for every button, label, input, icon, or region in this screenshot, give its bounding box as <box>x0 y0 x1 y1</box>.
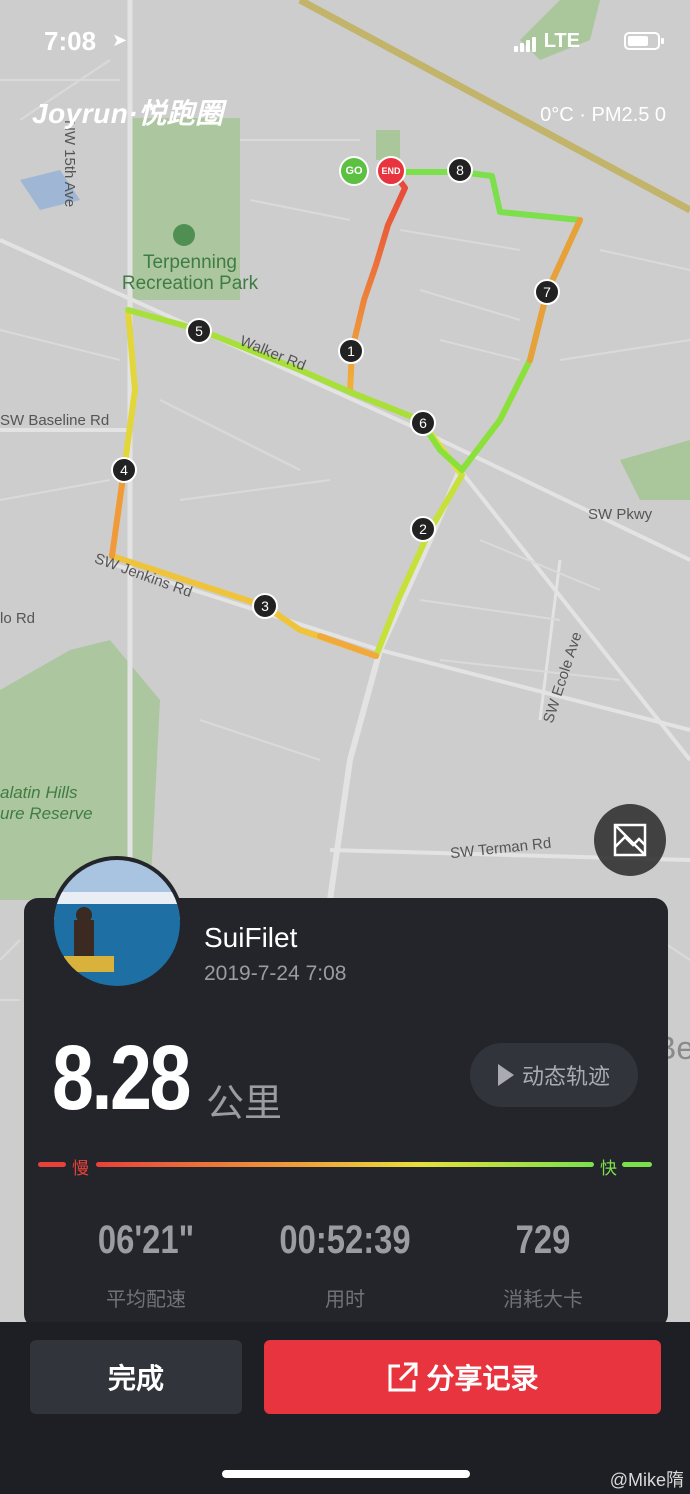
route-marker-4[interactable]: 4 <box>111 457 137 483</box>
username: SuiFilet <box>204 922 298 953</box>
map-label-baseline-rd: SW Baseline Rd <box>0 412 110 429</box>
image-frame-icon <box>613 823 647 857</box>
stat-calories: 729 消耗大卡 <box>443 1218 643 1312</box>
avatar-image <box>54 860 180 986</box>
share-icon <box>388 1362 418 1392</box>
battery-icon <box>624 32 664 50</box>
stat-pace-value: 06'21" <box>97 1218 195 1262</box>
pace-legend-fast-label: 快 <box>600 1159 617 1178</box>
weather-info: 0°C · PM2.5 0 <box>540 104 666 126</box>
pace-legend-fast-bar <box>622 1162 652 1167</box>
done-button[interactable]: 完成 <box>30 1340 242 1414</box>
stat-duration-value: 00:52:39 <box>279 1218 411 1262</box>
map-label-park: Terpenning Recreation Park <box>121 252 259 294</box>
map-label-sw-pkwy: SW Pkwy <box>588 506 653 523</box>
map-label-nw-15th-ave: NW 15th Ave <box>61 120 78 208</box>
route-marker-1[interactable]: 1 <box>338 338 364 364</box>
signal-icon <box>514 34 538 52</box>
stat-duration: 00:52:39 用时 <box>245 1218 445 1312</box>
stat-calories-label: 消耗大卡 <box>503 1289 583 1311</box>
distance-value: 8.28 <box>52 1027 191 1129</box>
pace-legend-slow-label: 慢 <box>72 1159 89 1178</box>
map-label-nature-reserve: alatin Hills ure Reserve <box>0 783 93 823</box>
start-marker[interactable]: GO <box>339 156 369 186</box>
map-label-lo-rd: lo Rd <box>0 610 36 627</box>
stat-pace-label: 平均配速 <box>106 1289 186 1311</box>
status-bar: 7:08 ➤ LTE <box>0 26 690 66</box>
park-icon <box>173 224 195 246</box>
avatar[interactable] <box>50 856 184 990</box>
network-type: LTE <box>543 30 580 52</box>
route-marker-3[interactable]: 3 <box>252 593 278 619</box>
share-record-button[interactable]: 分享记录 <box>264 1340 661 1414</box>
stat-pace: 06'21" 平均配速 <box>46 1218 246 1312</box>
status-time: 7:08 <box>44 26 97 56</box>
end-marker[interactable]: END <box>376 156 406 186</box>
map-style-toggle-button[interactable] <box>594 804 666 876</box>
stat-duration-label: 用时 <box>325 1289 365 1311</box>
run-date: 2019-7-24 7:08 <box>204 962 347 985</box>
dynamic-track-label: 动态轨迹 <box>521 1064 610 1089</box>
pace-legend-gradient <box>96 1162 594 1167</box>
distance-unit: 公里 <box>206 1083 283 1125</box>
route-marker-2[interactable]: 2 <box>410 516 436 542</box>
dynamic-track-button[interactable]: 动态轨迹 <box>470 1043 638 1107</box>
play-icon <box>497 1064 514 1086</box>
route-marker-8[interactable]: 8 <box>447 157 473 183</box>
route-marker-5[interactable]: 5 <box>186 318 212 344</box>
route-marker-7[interactable]: 7 <box>534 279 560 305</box>
home-indicator[interactable] <box>222 1470 470 1478</box>
share-record-label: 分享记录 <box>426 1363 539 1394</box>
stat-calories-value: 729 <box>515 1218 571 1262</box>
app-logo: Joyrun·悦跑圈 <box>32 98 224 129</box>
route-marker-6[interactable]: 6 <box>410 410 436 436</box>
weibo-watermark: @Mike隋 <box>609 1470 684 1490</box>
pace-legend-slow-bar <box>38 1162 66 1167</box>
location-arrow-icon: ➤ <box>112 30 128 50</box>
